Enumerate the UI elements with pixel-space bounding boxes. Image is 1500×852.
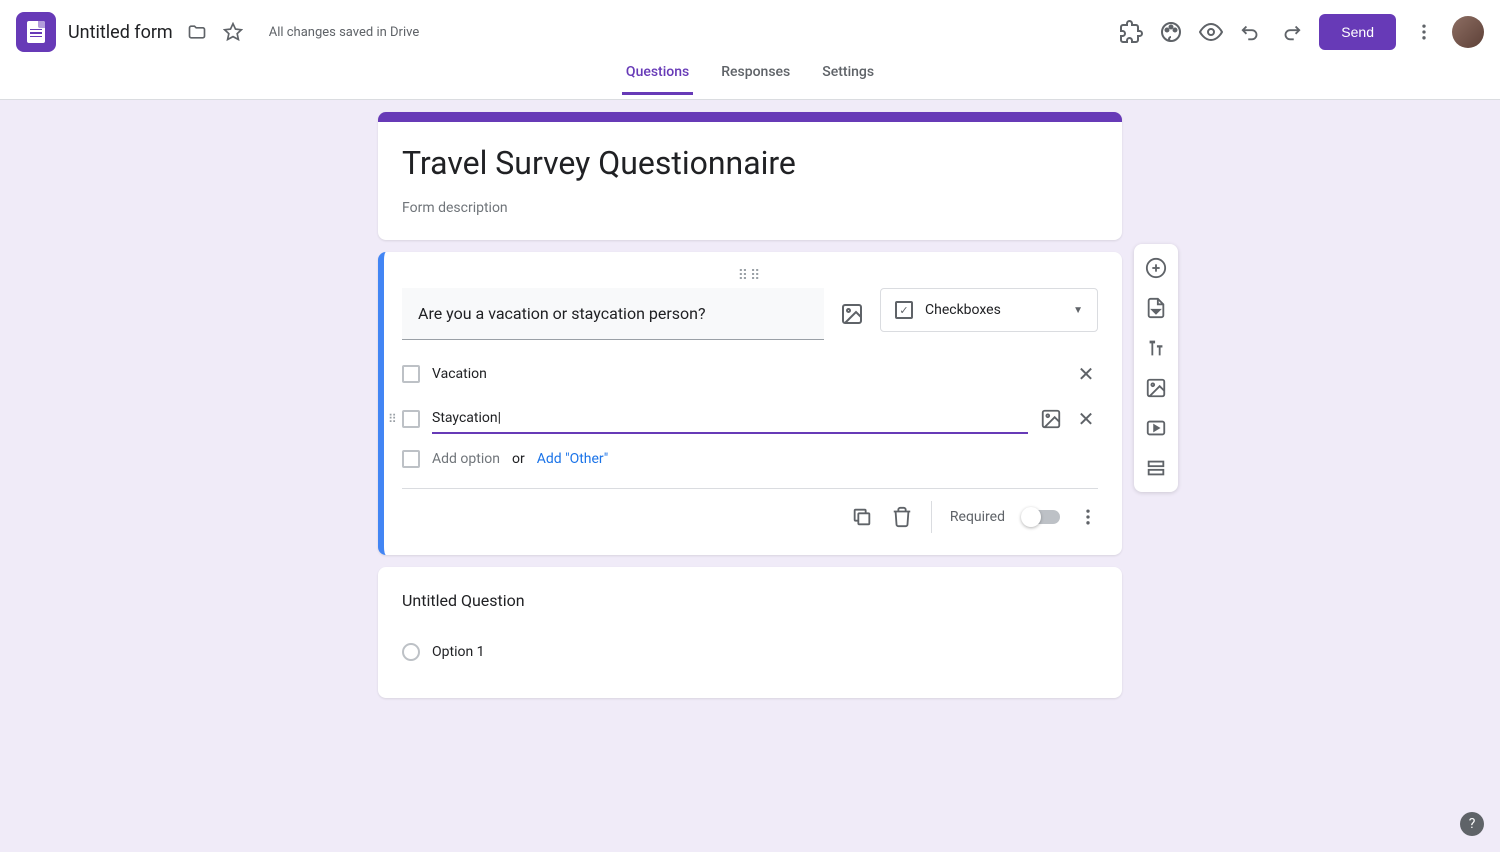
save-status: All changes saved in Drive [269, 25, 420, 40]
undo-icon[interactable] [1231, 12, 1271, 52]
chevron-down-icon: ▼ [1073, 305, 1083, 316]
option-image-icon[interactable] [1040, 408, 1062, 430]
form-header-card[interactable]: Travel Survey Questionnaire Form descrip… [378, 112, 1122, 240]
form-title[interactable]: Travel Survey Questionnaire [402, 144, 1098, 182]
add-option-button[interactable]: Add option [432, 451, 500, 467]
more-icon[interactable] [1404, 12, 1444, 52]
forms-logo[interactable] [16, 12, 56, 52]
redo-icon[interactable] [1271, 12, 1311, 52]
add-image-icon[interactable] [1138, 370, 1174, 406]
radio-icon [402, 643, 420, 661]
document-title[interactable]: Untitled form [68, 22, 173, 43]
send-button[interactable]: Send [1319, 14, 1396, 50]
delete-icon[interactable] [891, 506, 913, 528]
option-text[interactable]: Option 1 [432, 638, 1098, 666]
question-title[interactable]: Untitled Question [402, 591, 1098, 610]
or-label: or [512, 451, 525, 467]
required-label: Required [950, 509, 1005, 525]
header: Untitled form All changes saved in Drive… [0, 0, 1500, 64]
add-option-row: Add option or Add "Other" [402, 442, 1098, 488]
checkbox-icon [402, 410, 420, 428]
form-description[interactable]: Form description [402, 200, 1098, 216]
star-icon[interactable] [221, 20, 245, 44]
add-other-button[interactable]: Add "Other" [537, 451, 609, 467]
preview-icon[interactable] [1191, 12, 1231, 52]
add-image-icon[interactable] [840, 302, 864, 326]
question-more-icon[interactable] [1078, 507, 1098, 527]
checkbox-type-icon: ✓ [895, 301, 913, 319]
required-toggle[interactable] [1023, 510, 1060, 524]
option-text-input[interactable]: Vacation [432, 360, 1062, 388]
import-questions-icon[interactable] [1138, 290, 1174, 326]
user-avatar[interactable] [1452, 16, 1484, 48]
tab-responses[interactable]: Responses [717, 64, 794, 92]
drag-handle-icon[interactable]: ⠿⠿ [402, 272, 1098, 280]
tab-settings[interactable]: Settings [818, 64, 878, 92]
option-drag-icon[interactable]: ⠿ [388, 412, 396, 426]
addons-icon[interactable] [1111, 12, 1151, 52]
move-folder-icon[interactable] [185, 20, 209, 44]
remove-option-icon[interactable]: ✕ [1074, 362, 1098, 386]
remove-option-icon[interactable]: ✕ [1074, 407, 1098, 431]
tabs: Questions Responses Settings [0, 64, 1500, 100]
help-icon[interactable]: ? [1460, 812, 1484, 836]
add-video-icon[interactable] [1138, 410, 1174, 446]
duplicate-icon[interactable] [851, 506, 873, 528]
tab-questions[interactable]: Questions [622, 64, 693, 95]
side-toolbar [1134, 244, 1178, 492]
question-card-2[interactable]: Untitled Question Option 1 [378, 567, 1122, 698]
main-area: Travel Survey Questionnaire Form descrip… [0, 100, 1500, 722]
question-card-1[interactable]: ⠿⠿ Are you a vacation or staycation pers… [378, 252, 1122, 555]
add-title-icon[interactable] [1138, 330, 1174, 366]
option-row: Vacation ✕ [402, 352, 1098, 396]
question-text-input[interactable]: Are you a vacation or staycation person? [402, 288, 824, 340]
add-section-icon[interactable] [1138, 450, 1174, 486]
question-footer: Required [402, 488, 1098, 545]
checkbox-icon [402, 450, 420, 468]
checkbox-icon [402, 365, 420, 383]
option-row: ⠿ Staycation ✕ [402, 396, 1098, 442]
question-type-select[interactable]: ✓ Checkboxes ▼ [880, 288, 1098, 332]
option-text-input[interactable]: Staycation [432, 404, 1028, 434]
theme-icon[interactable] [1151, 12, 1191, 52]
add-question-icon[interactable] [1138, 250, 1174, 286]
